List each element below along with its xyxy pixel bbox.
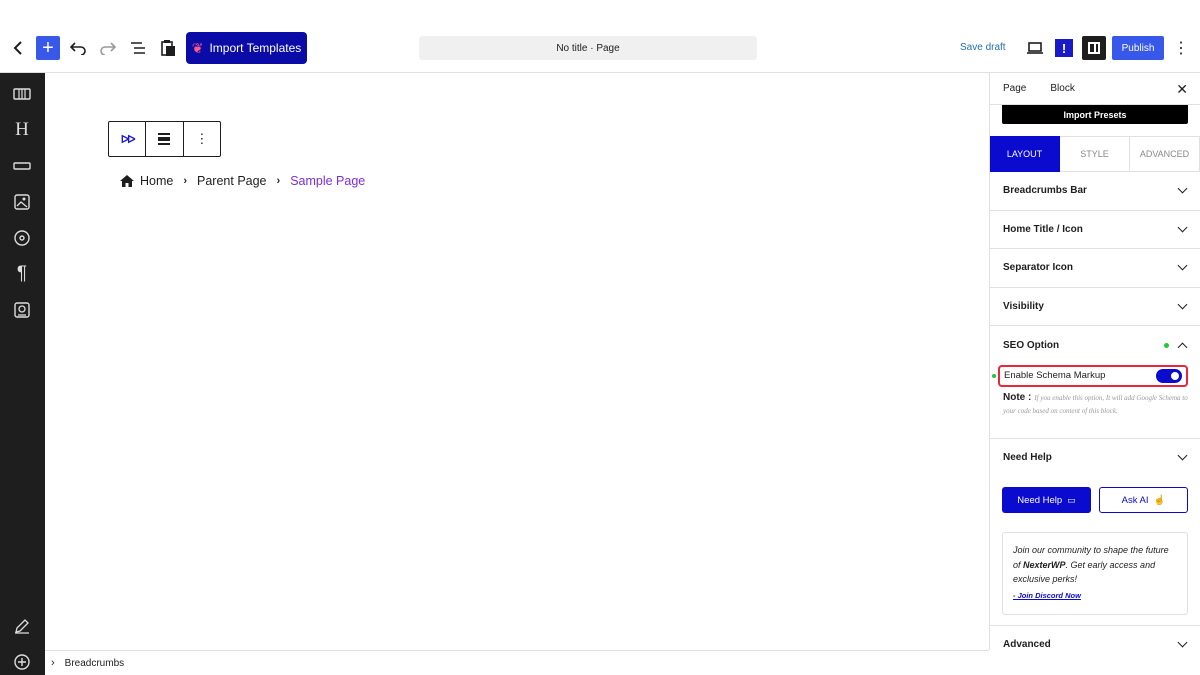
ask-ai-label: Ask AI [1121, 494, 1149, 506]
section-visibility[interactable]: Visibility [990, 288, 1200, 326]
chevron-down-icon [1177, 450, 1188, 461]
tab-style[interactable]: STYLE [1060, 136, 1130, 172]
hand-cursor-icon: ☝ [1153, 494, 1166, 506]
tab-advanced[interactable]: ADVANCED [1130, 136, 1200, 172]
community-card: Join our community to shape the future o… [1002, 532, 1188, 615]
section-label: Visibility [1003, 300, 1044, 312]
panel-tabs: Page Block ✕ [990, 73, 1200, 105]
left-toolbar: H ¶ [0, 73, 45, 675]
breadcrumbs-block[interactable]: Home › Parent Page › Sample Page [120, 174, 365, 188]
import-templates-button[interactable]: ❦ Import Templates [186, 32, 307, 64]
chevron-down-icon [1177, 183, 1188, 194]
note-label: Note : [1003, 391, 1032, 403]
block-options-icon[interactable]: ⋮ [184, 122, 220, 156]
nexter-settings-button[interactable]: ! [1055, 39, 1073, 57]
block-breadcrumb-bar: › Breadcrumbs [45, 650, 989, 675]
undo-icon[interactable] [66, 36, 90, 60]
chevron-down-icon [1177, 299, 1188, 310]
save-draft-button[interactable]: Save draft [960, 42, 1006, 53]
home-icon [120, 175, 134, 187]
align-icon [158, 131, 171, 147]
button-block-icon[interactable] [11, 155, 33, 177]
section-label: Need Help [1003, 452, 1052, 464]
tab-layout[interactable]: LAYOUT [990, 136, 1060, 172]
profile-card-icon[interactable] [11, 299, 33, 321]
clipboard-icon[interactable] [156, 36, 180, 60]
close-icon[interactable]: ✕ [1176, 81, 1188, 98]
add-circle-icon[interactable] [11, 651, 33, 673]
ask-ai-button[interactable]: Ask AI ☝ [1099, 487, 1188, 513]
chevron-down-icon [1177, 260, 1188, 271]
chevron-down-icon [1177, 222, 1188, 233]
section-advanced[interactable]: Advanced [990, 625, 1200, 650]
settings-panel: Page Block ✕ Import Presets LAYOUT STYLE… [989, 73, 1200, 650]
document-overview-icon[interactable] [126, 36, 150, 60]
section-label: Separator Icon [1003, 262, 1074, 274]
join-discord-link[interactable]: - Join Discord Now [1013, 589, 1177, 604]
chat-icon: ▭ [1067, 494, 1076, 505]
separator-chevron-icon: › [276, 175, 281, 187]
block-type-button[interactable]: ᐅᐅ [109, 122, 147, 156]
block-toolbar: ᐅᐅ ⋮ [108, 121, 221, 157]
sidebar-icon [1088, 42, 1100, 54]
help-buttons: Need Help ▭ Ask AI ☝ [990, 477, 1200, 518]
section-label: Breadcrumbs Bar [1003, 185, 1087, 197]
chevron-up-icon [1177, 342, 1188, 353]
need-help-label: Need Help [1017, 494, 1063, 506]
editor-header: + ❦ Import Templates No title · Page Sav… [0, 0, 1200, 73]
nexter-block-icon: ᐅᐅ [120, 133, 136, 146]
schema-markup-row: Enable Schema Markup [992, 364, 1188, 387]
section-label: Advanced [1003, 638, 1051, 650]
publish-button[interactable]: Publish [1112, 36, 1164, 60]
breadcrumb-parent[interactable]: Parent Page [197, 174, 267, 188]
block-path-label[interactable]: Breadcrumbs [65, 658, 124, 669]
pencil-edit-icon[interactable] [11, 615, 33, 637]
section-separator-icon[interactable]: Separator Icon [990, 249, 1200, 288]
section-label: SEO Option [1003, 339, 1060, 351]
section-home-title-icon[interactable]: Home Title / Icon [990, 211, 1200, 249]
preview-desktop-icon[interactable] [1024, 38, 1046, 58]
align-button[interactable] [146, 122, 184, 156]
mode-tabs: LAYOUT STYLE ADVANCED [990, 136, 1200, 172]
schema-markup-label: Enable Schema Markup [1004, 370, 1106, 381]
tab-block[interactable]: Block [1050, 83, 1074, 94]
back-chevron-icon[interactable] [6, 36, 30, 60]
need-help-button[interactable]: Need Help ▭ [1002, 487, 1091, 513]
breadcrumb-home[interactable]: Home [140, 174, 173, 188]
import-templates-label: Import Templates [209, 41, 302, 55]
editor-canvas[interactable]: ᐅᐅ ⋮ Home › Parent Page › Sample Page [45, 73, 989, 650]
add-block-button[interactable]: + [36, 36, 60, 60]
section-seo-option[interactable]: SEO Option [990, 326, 1200, 365]
expand-chevron-icon[interactable]: › [51, 657, 55, 669]
community-brand: NexterWP [1023, 559, 1066, 570]
section-need-help[interactable]: Need Help [990, 439, 1200, 478]
circle-target-icon[interactable] [11, 227, 33, 249]
redo-icon[interactable] [96, 36, 120, 60]
seo-note: Note : If you enable this option, It will… [990, 387, 1200, 439]
columns-icon[interactable] [11, 83, 33, 105]
heading-icon[interactable]: H [11, 119, 33, 141]
document-title-bar[interactable]: No title · Page [419, 36, 757, 60]
image-icon[interactable] [11, 191, 33, 213]
import-presets-button[interactable]: Import Presets [1002, 105, 1188, 124]
breadcrumb-current: Sample Page [290, 174, 366, 188]
options-more-icon[interactable]: ⋮ [1173, 36, 1189, 60]
paragraph-icon[interactable]: ¶ [11, 263, 33, 285]
section-breadcrumbs-bar[interactable]: Breadcrumbs Bar [990, 172, 1200, 211]
status-dot [1164, 342, 1169, 348]
wdesignkit-logo-icon: ❦ [191, 39, 204, 56]
separator-chevron-icon: › [183, 175, 188, 187]
section-label: Home Title / Icon [1003, 223, 1083, 235]
tab-page[interactable]: Page [1003, 83, 1026, 94]
settings-sidebar-toggle[interactable] [1082, 36, 1106, 60]
status-dot [992, 373, 996, 378]
schema-markup-toggle[interactable] [1156, 368, 1182, 383]
chevron-down-icon [1177, 637, 1188, 648]
